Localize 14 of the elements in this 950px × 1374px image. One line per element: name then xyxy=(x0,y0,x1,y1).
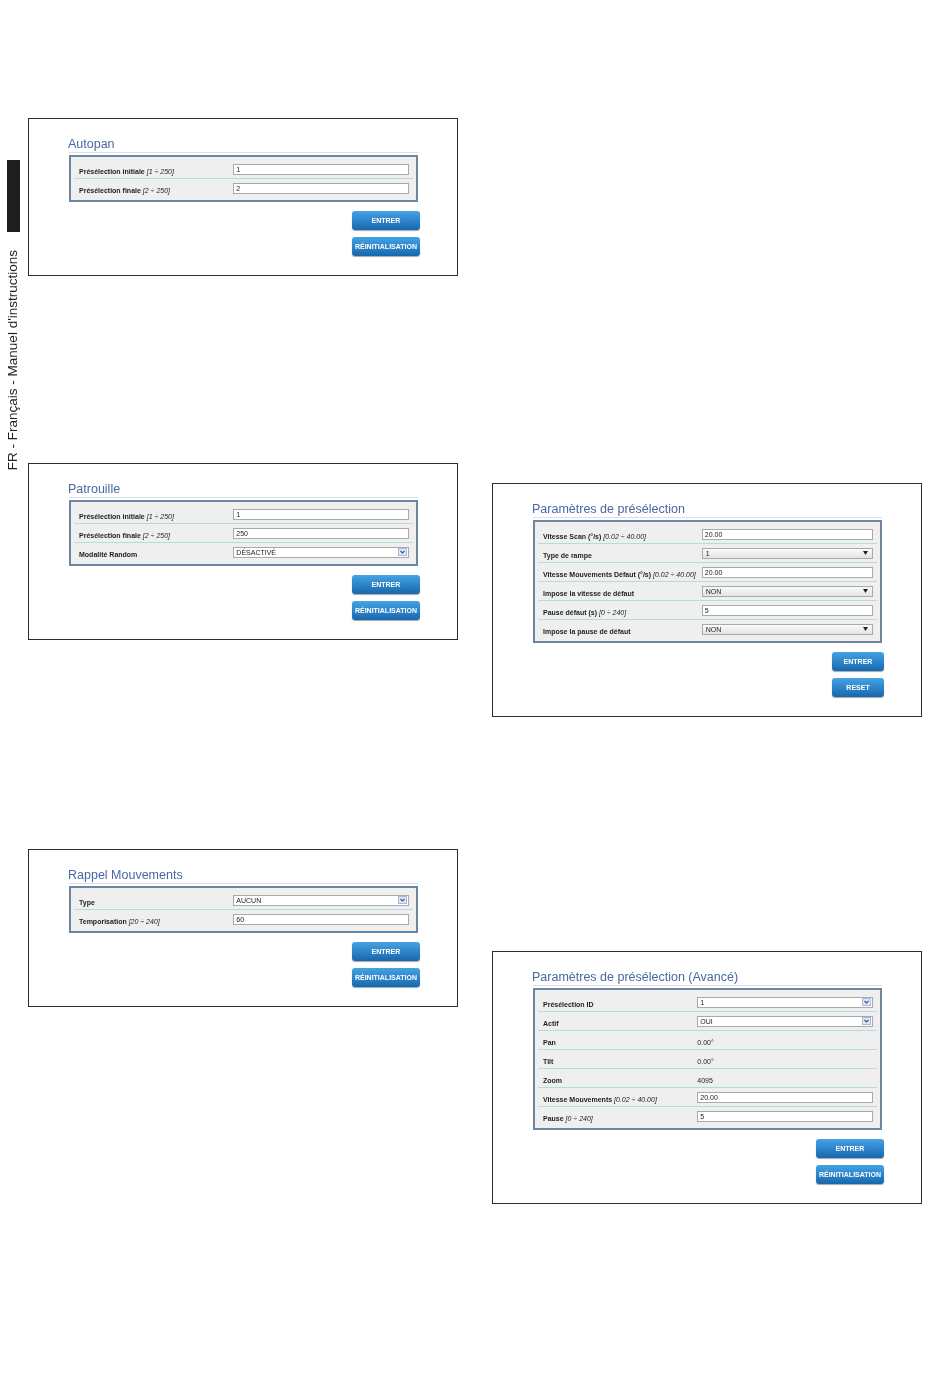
chevron-down-icon xyxy=(862,1017,871,1025)
panel-title: Autopan xyxy=(68,136,115,152)
panel-title: Patrouille xyxy=(68,481,121,497)
panel-title: Paramètres de présélection xyxy=(532,501,685,517)
side-label: FR - Français - Manuel d'instructions xyxy=(5,250,21,471)
caret-down-icon xyxy=(863,551,868,555)
caret-down-icon xyxy=(863,627,868,631)
panel-title: Paramètres de présélection (Avancé) xyxy=(532,969,739,985)
chevron-down-icon xyxy=(398,896,407,904)
section-marker xyxy=(7,160,20,232)
chevron-down-icon xyxy=(398,548,407,556)
chevron-down-icon xyxy=(862,998,871,1006)
panel-title: Rappel Mouvements xyxy=(68,867,183,883)
caret-down-icon xyxy=(863,589,868,593)
